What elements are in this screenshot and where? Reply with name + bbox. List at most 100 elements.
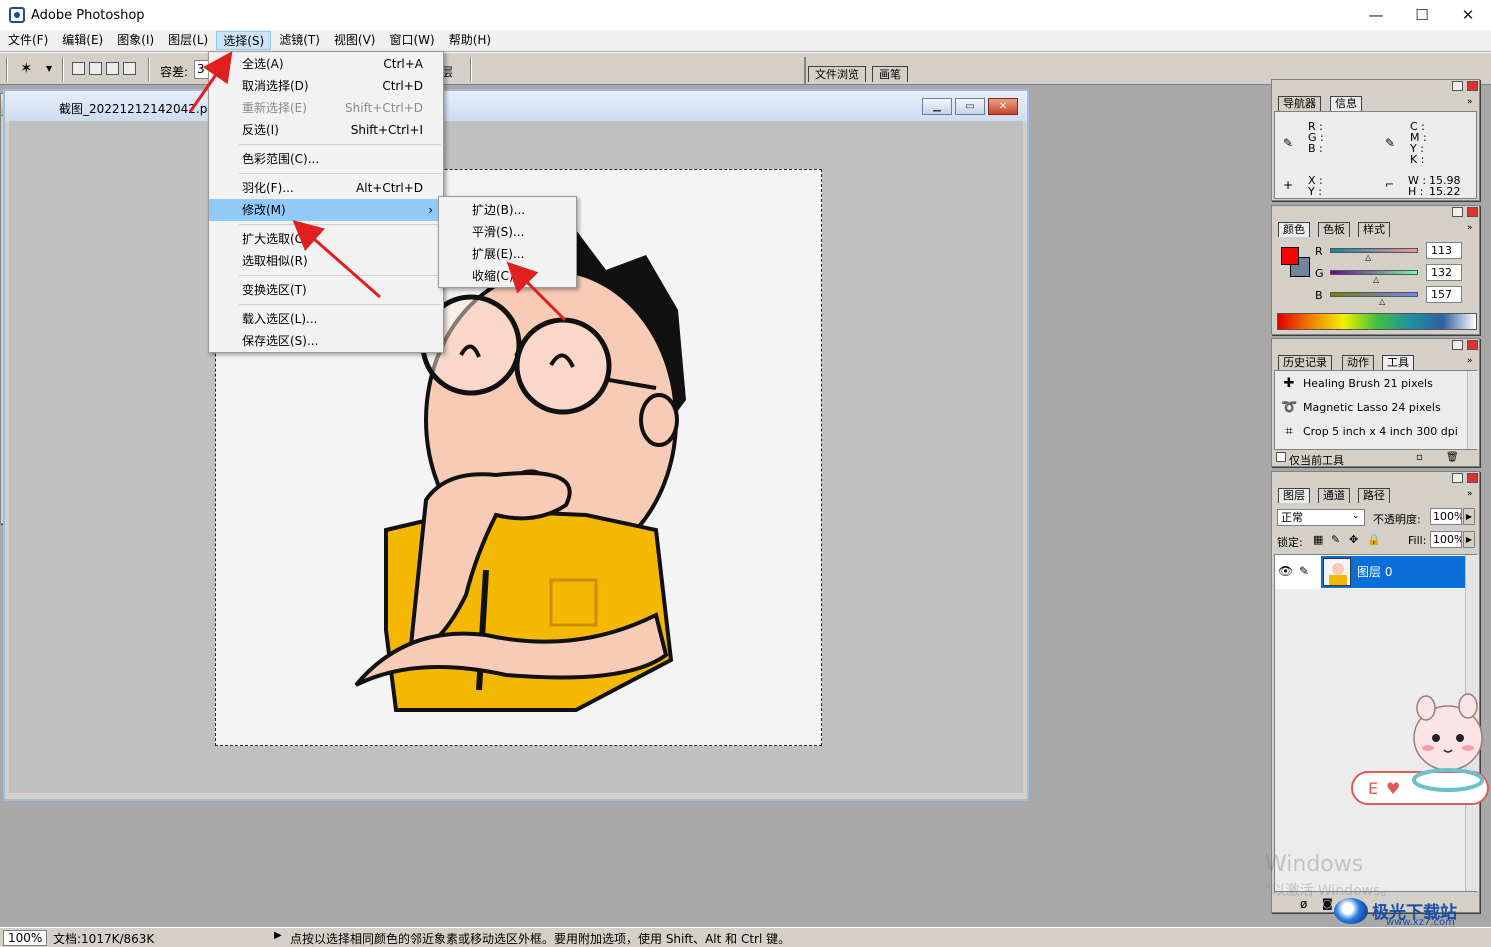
palette-menu-icon[interactable]: » (1467, 223, 1473, 233)
brush-link-icon[interactable]: ✎ (1299, 564, 1309, 578)
svg-text:E: E (1368, 779, 1378, 798)
preset-item[interactable]: ⌗ Crop 5 inch x 4 inch 300 dpi (1279, 421, 1467, 443)
palette-close-icon[interactable] (1467, 473, 1478, 483)
palette-menu-icon[interactable]: » (1467, 489, 1473, 499)
status-message: 点按以选择相同颜色的邻近象素或移动选区外框。要用附加选项，使用 Shift、Al… (290, 932, 791, 946)
crosshair-icon: + (1283, 178, 1294, 192)
slider-thumb-icon[interactable]: △ (1379, 297, 1385, 306)
tab-actions[interactable]: 动作 (1342, 355, 1374, 370)
info-h-value: 15.22 (1429, 185, 1461, 198)
info-b-label: B : (1308, 142, 1323, 155)
color-spectrum-bar[interactable] (1277, 313, 1477, 330)
channel-g-input[interactable]: 132 (1426, 264, 1462, 281)
layer-name[interactable]: 图层 0 (1354, 556, 1465, 588)
chevron-down-icon[interactable]: ⌄ (1352, 511, 1360, 521)
bunny-sticker: E ♥ (1351, 693, 1489, 805)
preset-label: Healing Brush 21 pixels (1303, 377, 1433, 390)
channel-r-label: R (1315, 245, 1323, 258)
scrollbar[interactable] (1467, 371, 1479, 449)
layer-row[interactable]: 👁 ✎ 图层 0 (1275, 555, 1465, 589)
tab-swatches[interactable]: 色板 (1318, 222, 1350, 237)
palette-menu-icon[interactable]: » (1467, 356, 1473, 366)
info-h-label: H : (1408, 185, 1424, 198)
channel-b-label: B (1315, 289, 1323, 302)
thumbnail-face (1332, 563, 1344, 575)
zoom-input[interactable]: 100% (3, 930, 47, 946)
palette-close-icon[interactable] (1467, 207, 1478, 217)
lock-move-icon[interactable]: ✥ (1349, 533, 1358, 546)
arrow-to-modify-item (292, 220, 381, 299)
fill-label: Fill: (1408, 534, 1427, 547)
palette-header[interactable] (1272, 206, 1479, 218)
status-bar: 100% 文档:1017K/863K ▶ 点按以选择相同颜色的邻近象素或移动选区… (0, 927, 1491, 947)
crop-icon: ⌗ (1285, 424, 1293, 439)
slider-thumb-icon[interactable]: △ (1365, 253, 1371, 262)
opacity-label: 不透明度: (1373, 513, 1421, 526)
channel-b-slider[interactable] (1330, 292, 1418, 297)
trash-icon[interactable]: 🗑 (1446, 452, 1459, 463)
bandage-icon: ✚ (1283, 376, 1295, 391)
tab-navigator[interactable]: 导航器 (1278, 96, 1321, 111)
palette-close-icon[interactable] (1467, 340, 1478, 350)
status-menu-arrow-icon[interactable]: ▶ (274, 930, 282, 941)
lasso-icon: ➰ (1281, 400, 1298, 415)
selection-size-icon: ⌐ (1385, 178, 1395, 191)
palette-close-icon[interactable] (1467, 81, 1478, 91)
preset-label: Crop 5 inch x 4 inch 300 dpi (1303, 425, 1458, 438)
lock-paint-icon[interactable]: ✎ (1331, 533, 1340, 546)
palette-minimize-icon[interactable] (1452, 81, 1463, 91)
preset-item[interactable]: ➰ Magnetic Lasso 24 pixels (1279, 397, 1467, 419)
palette-minimize-icon[interactable] (1452, 473, 1463, 483)
tool-presets-list: ✚ Healing Brush 21 pixels ➰ Magnetic Lasso… (1274, 370, 1479, 450)
preset-label: Magnetic Lasso 24 pixels (1303, 401, 1441, 414)
tab-info[interactable]: 信息 (1330, 96, 1362, 111)
palette-minimize-icon[interactable] (1452, 207, 1463, 217)
tab-layers[interactable]: 图层 (1278, 488, 1310, 503)
info-panel-body: ✎ R : G : B : ✎ C : M : Y : K : + X : Y … (1274, 111, 1477, 199)
site-logo: 极光下载站 www.xz7.com (1328, 896, 1488, 928)
navigator-info-palette: 导航器 信息 » ✎ R : G : B : ✎ C : M : Y : K :… (1271, 79, 1480, 201)
tab-styles[interactable]: 样式 (1358, 222, 1390, 237)
tab-color[interactable]: 颜色 (1278, 222, 1310, 237)
document-size-info[interactable]: 文档:1017K/863K (53, 930, 154, 947)
palette-header[interactable] (1272, 80, 1479, 92)
aurora-logo-icon (1334, 898, 1368, 924)
history-palette: 历史记录 动作 工具 » ✚ Healing Brush 21 pixels ➰ M… (1271, 338, 1480, 467)
opacity-input[interactable]: 100% (1430, 508, 1462, 525)
thumbnail-shirt (1329, 575, 1347, 585)
slider-thumb-icon[interactable]: △ (1373, 275, 1379, 284)
info-k-label: K : (1410, 153, 1425, 166)
eye-visibility-icon[interactable]: 👁 (1278, 564, 1293, 578)
eyedropper-icon: ✎ (1283, 136, 1294, 150)
tab-channels[interactable]: 通道 (1318, 488, 1350, 503)
palette-header[interactable] (1272, 339, 1479, 351)
palette-minimize-icon[interactable] (1452, 340, 1463, 350)
svg-text:♥: ♥ (1386, 779, 1400, 798)
color-foreground-swatch[interactable] (1281, 247, 1299, 265)
channel-b-input[interactable]: 157 (1426, 286, 1462, 303)
current-tool-only-checkbox[interactable] (1276, 452, 1286, 462)
preset-item[interactable]: ✚ Healing Brush 21 pixels (1279, 373, 1467, 395)
opacity-arrow-icon[interactable]: ▶ (1463, 508, 1475, 525)
palette-header[interactable] (1272, 472, 1479, 484)
eyedropper-icon: ✎ (1385, 136, 1396, 150)
arrow-to-select-menu (188, 51, 233, 113)
lock-label: 锁定: (1277, 536, 1303, 549)
info-y-coord-label: Y : (1308, 185, 1322, 198)
palette-menu-icon[interactable]: » (1467, 97, 1473, 107)
color-palette: 颜色 色板 样式 » R △ 113 G △ 132 B △ 157 (1271, 205, 1480, 335)
lock-transparency-icon[interactable]: ▦ (1313, 533, 1323, 546)
layer-thumbnail (1323, 558, 1351, 586)
channel-r-slider[interactable] (1330, 248, 1418, 253)
new-preset-icon[interactable]: ▫ (1416, 452, 1423, 463)
arrow-to-expand-item (506, 261, 567, 322)
fill-arrow-icon[interactable]: ▶ (1463, 531, 1475, 548)
lock-all-icon[interactable]: 🔒 (1367, 533, 1381, 546)
fill-input[interactable]: 100% (1430, 531, 1462, 548)
channel-g-label: G (1315, 267, 1324, 280)
tab-history[interactable]: 历史记录 (1278, 355, 1332, 370)
channel-r-input[interactable]: 113 (1426, 242, 1462, 259)
tab-paths[interactable]: 路径 (1358, 488, 1390, 503)
annotation-arrows (188, 51, 567, 322)
tab-tool-presets[interactable]: 工具 (1382, 355, 1414, 370)
